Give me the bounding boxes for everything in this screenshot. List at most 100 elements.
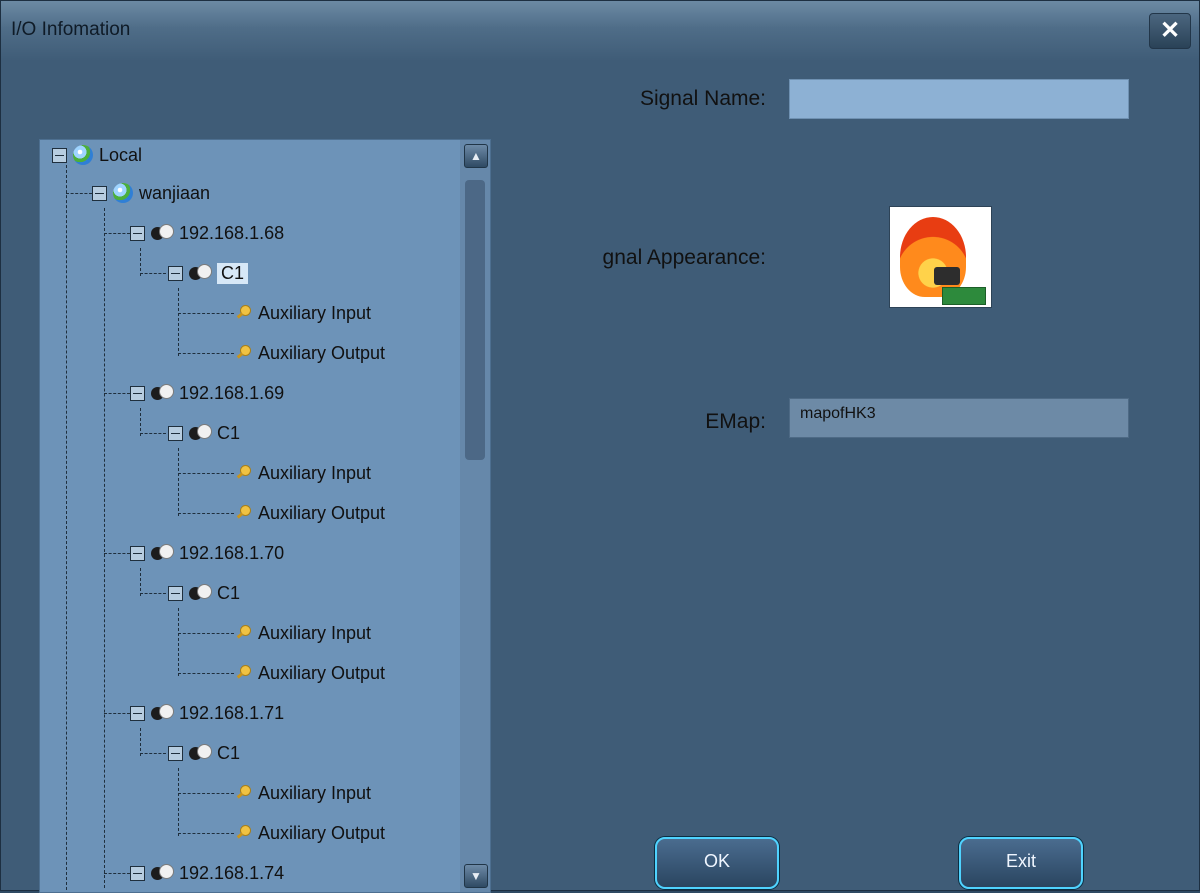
camera-icon (189, 584, 212, 602)
tree-connector (66, 160, 67, 890)
tree-connector (140, 728, 141, 756)
tree-connector (178, 768, 179, 836)
tree-node-aux-input[interactable]: Auxiliary Input (236, 778, 371, 808)
signal-appearance-image[interactable] (889, 206, 992, 308)
exit-button[interactable]: Exit (959, 837, 1083, 889)
title-bar: I/O Infomation ✕ (1, 1, 1199, 61)
tree-label: Auxiliary Input (258, 462, 372, 483)
ok-button[interactable]: OK (655, 837, 779, 889)
tree-connector (104, 713, 130, 714)
collapse-icon[interactable] (130, 545, 145, 561)
collapse-icon[interactable] (168, 265, 183, 281)
tree-connector (104, 233, 130, 234)
globe-icon (73, 145, 93, 165)
tree-connector (140, 593, 166, 594)
tree-node-aux-output[interactable]: Auxiliary Output (236, 818, 385, 848)
key-icon (236, 785, 252, 801)
flame-shape (900, 217, 966, 297)
key-icon (236, 305, 252, 321)
tree-label: 192.168.1.71 (179, 702, 285, 723)
close-icon: ✕ (1159, 17, 1181, 44)
emap-field: mapofHK3 (789, 398, 1129, 438)
dialog-title: I/O Infomation (11, 19, 131, 40)
tree-connector (178, 608, 179, 676)
camera-icon (151, 544, 174, 562)
collapse-icon[interactable] (168, 745, 183, 761)
tree-connector (104, 873, 130, 874)
key-icon (236, 465, 252, 481)
tree-node-aux-input[interactable]: Auxiliary Input (236, 618, 371, 648)
tree-node-channel[interactable]: C1 (168, 578, 240, 608)
tree-label: Local (99, 144, 143, 165)
tree-node-device[interactable]: 192.168.1.69 (130, 378, 284, 408)
collapse-icon[interactable] (52, 147, 67, 163)
tree-node-aux-input[interactable]: Auxiliary Input (236, 458, 371, 488)
emap-value: mapofHK3 (800, 405, 876, 422)
camera-icon (189, 744, 212, 762)
tree-node-device[interactable]: 192.168.1.71 (130, 698, 284, 728)
tree-label: C1 (217, 582, 241, 603)
tree-node-device[interactable]: 192.168.1.74 (130, 858, 284, 888)
camera-icon (151, 864, 174, 882)
collapse-icon[interactable] (168, 585, 183, 601)
close-button[interactable]: ✕ (1149, 13, 1191, 49)
key-icon (236, 345, 252, 361)
tree-label: Auxiliary Input (258, 302, 372, 323)
tree-node-device[interactable]: 192.168.1.68 (130, 218, 284, 248)
scroll-down-button[interactable]: ▼ (464, 864, 488, 888)
tree-label: 192.168.1.69 (179, 382, 285, 403)
tree-node-aux-output[interactable]: Auxiliary Output (236, 498, 385, 528)
tree-node-site[interactable]: wanjiaan (92, 178, 210, 208)
tree-node-channel[interactable]: C1 (168, 738, 240, 768)
tree-connector (178, 673, 234, 674)
tree-label: 192.168.1.70 (179, 542, 285, 563)
collapse-icon[interactable] (130, 385, 145, 401)
signal-name-input[interactable] (789, 79, 1129, 119)
device-tree[interactable]: Local wanjiaan 192.168.1.68 C1 Auxiliary… (39, 139, 491, 893)
tree-node-channel[interactable]: C1 (168, 258, 249, 288)
tree-node-aux-output[interactable]: Auxiliary Output (236, 658, 385, 688)
tree-connector (178, 633, 234, 634)
tree-node-channel[interactable]: C1 (168, 418, 240, 448)
collapse-icon[interactable] (168, 425, 183, 441)
key-icon (236, 665, 252, 681)
tree-connector (140, 433, 166, 434)
camera-icon (151, 224, 174, 242)
tree-label: wanjiaan (139, 182, 211, 203)
tree-connector (140, 568, 141, 596)
tree-node-root[interactable]: Local (52, 140, 142, 170)
tree-node-device[interactable]: 192.168.1.70 (130, 538, 284, 568)
tree-label: Auxiliary Output (258, 822, 386, 843)
scroll-up-button[interactable]: ▲ (464, 144, 488, 168)
signal-name-label: Signal Name: (639, 87, 766, 110)
tree-connector (104, 553, 130, 554)
key-icon (236, 625, 252, 641)
tree-connector (178, 448, 179, 516)
tree-connector (140, 408, 141, 436)
tree-connector (178, 473, 234, 474)
collapse-icon[interactable] (130, 225, 145, 241)
camera-icon (151, 384, 174, 402)
tree-node-aux-input[interactable]: Auxiliary Input (236, 298, 371, 328)
tree-label: Auxiliary Output (258, 502, 386, 523)
scroll-thumb[interactable] (465, 180, 485, 460)
tree-label: 192.168.1.74 (179, 862, 285, 883)
camera-icon (151, 704, 174, 722)
tree-connector (178, 353, 234, 354)
chevron-up-icon: ▲ (470, 149, 482, 163)
tree-label: 192.168.1.68 (179, 222, 285, 243)
lock-shape (934, 267, 960, 285)
tree-scrollbar[interactable]: ▲ ▼ (460, 140, 490, 892)
tree-connector (140, 273, 166, 274)
tree-label: Auxiliary Output (258, 662, 386, 683)
tree-node-aux-output[interactable]: Auxiliary Output (236, 338, 385, 368)
collapse-icon[interactable] (92, 185, 107, 201)
tree-label: C1 (217, 422, 241, 443)
chevron-down-icon: ▼ (470, 869, 482, 883)
camera-icon (189, 424, 212, 442)
collapse-icon[interactable] (130, 705, 145, 721)
collapse-icon[interactable] (130, 865, 145, 881)
tree-label: Auxiliary Input (258, 782, 372, 803)
io-information-dialog: I/O Infomation ✕ Local wanjiaan 192.168.… (0, 0, 1200, 893)
tree-label: C1 (217, 742, 241, 763)
